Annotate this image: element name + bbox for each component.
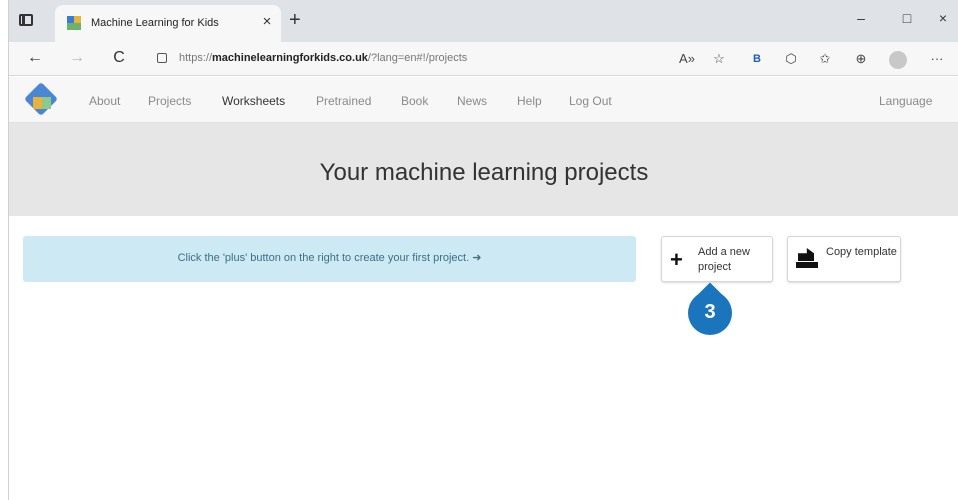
- plus-icon: +: [670, 247, 683, 272]
- close-tab-icon[interactable]: ×: [259, 13, 275, 30]
- favorites-icon[interactable]: ✩: [815, 51, 835, 67]
- tab-actions-icon[interactable]: [19, 14, 33, 26]
- favorites-add-icon[interactable]: ☆: [709, 51, 729, 67]
- nav-news[interactable]: News: [457, 94, 487, 108]
- nav-logout[interactable]: Log Out: [569, 94, 612, 108]
- forward-button[interactable]: →: [67, 49, 87, 67]
- profile-icon[interactable]: [889, 51, 907, 69]
- step-number: 3: [704, 301, 716, 323]
- maximize-button[interactable]: □: [897, 10, 917, 26]
- copy-template-icon: [796, 246, 818, 270]
- nav-about[interactable]: About: [89, 94, 120, 108]
- copy-template-button[interactable]: Copy template: [787, 236, 901, 282]
- nav-worksheets[interactable]: Worksheets: [222, 94, 285, 108]
- site-favicon-icon: [67, 16, 81, 30]
- tab-title: Machine Learning for Kids: [91, 17, 219, 29]
- copy-template-label: Copy template: [826, 246, 897, 258]
- bing-icon[interactable]: B: [747, 53, 767, 65]
- close-window-button[interactable]: ×: [933, 10, 953, 26]
- more-icon[interactable]: ···: [927, 51, 947, 66]
- step-callout: 3: [686, 282, 734, 337]
- url-text: https://machinelearningforkids.co.uk/?la…: [179, 52, 468, 64]
- minimize-button[interactable]: –: [851, 10, 871, 26]
- nav-help[interactable]: Help: [517, 94, 542, 108]
- page-title: Your machine learning projects: [319, 159, 649, 186]
- site-navbar: About Projects Worksheets Pretrained Boo…: [9, 77, 958, 123]
- back-button[interactable]: ←: [25, 49, 45, 67]
- new-tab-button[interactable]: +: [289, 9, 301, 32]
- reload-button[interactable]: C: [109, 49, 129, 67]
- collections-icon[interactable]: ⊕: [851, 51, 871, 67]
- browser-tab[interactable]: Machine Learning for Kids ×: [55, 5, 281, 42]
- info-banner: Click the 'plus' button on the right to …: [23, 236, 636, 282]
- add-project-label: Add a new project: [698, 246, 750, 273]
- nav-projects[interactable]: Projects: [148, 94, 191, 108]
- browser-window: Machine Learning for Kids × + – □ × ← → …: [8, 0, 958, 500]
- address-bar[interactable]: https://machinelearningforkids.co.uk/?la…: [149, 47, 669, 71]
- extensions-icon[interactable]: ⬡: [781, 51, 801, 67]
- tab-strip: Machine Learning for Kids × + – □ ×: [9, 0, 958, 42]
- nav-book[interactable]: Book: [401, 94, 428, 108]
- read-aloud-icon[interactable]: A»: [677, 51, 697, 66]
- nav-language[interactable]: Language: [879, 94, 932, 108]
- site-logo[interactable]: [24, 82, 58, 116]
- info-text: Click the 'plus' button on the right to …: [177, 252, 482, 264]
- page-header: Your machine learning projects: [9, 123, 958, 216]
- address-bar-row: ← → C https://machinelearningforkids.co.…: [9, 42, 958, 76]
- nav-pretrained[interactable]: Pretrained: [316, 94, 371, 108]
- lock-icon[interactable]: [157, 53, 167, 63]
- add-project-button[interactable]: + Add a new project: [661, 236, 773, 282]
